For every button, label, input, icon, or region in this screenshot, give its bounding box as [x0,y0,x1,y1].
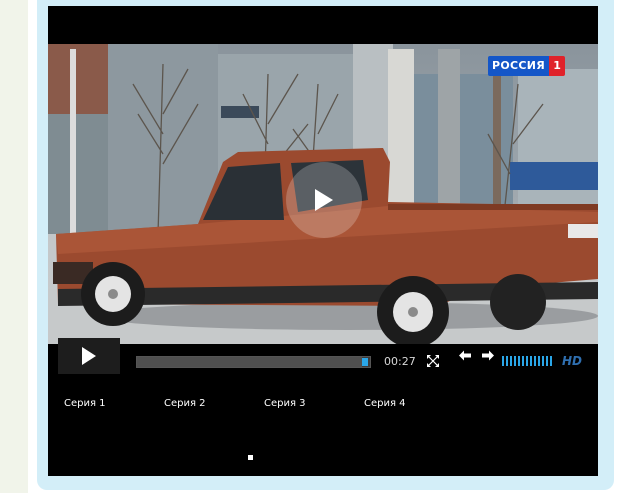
volume-bar [542,356,544,366]
current-time: 00:27 [384,355,416,368]
play-button[interactable] [58,338,120,374]
progress-handle[interactable] [362,358,368,366]
volume-bar [546,356,548,366]
control-bar: 00:27 HD [48,338,598,376]
arrow-left-icon[interactable] [459,350,471,361]
episode-link-2[interactable]: Серия 2 [164,398,206,409]
play-icon [82,347,96,365]
progress-fill [137,357,362,367]
volume-bar [534,356,536,366]
video-area[interactable]: РОССИЯ 1 [48,44,598,344]
arrow-right-icon[interactable] [482,350,494,361]
volume-bar [510,356,512,366]
volume-bar [506,356,508,366]
hd-toggle[interactable]: HD [562,354,582,368]
episode-link-4[interactable]: Серия 4 [364,398,406,409]
volume-bar [530,356,532,366]
channel-logo-number: 1 [549,56,566,76]
fullscreen-icon[interactable] [427,355,439,367]
progress-bar[interactable] [136,356,371,368]
volume-bar [550,356,552,366]
volume-bar [538,356,540,366]
volume-icon[interactable] [502,356,552,366]
episode-link-3[interactable]: Серия 3 [264,398,306,409]
page-left-strip [0,0,28,493]
volume-bar [522,356,524,366]
volume-bar [526,356,528,366]
channel-logo-text: РОССИЯ [488,56,550,76]
video-player: РОССИЯ 1 00:27 HD Серия 1 Серия 2 Серия … [48,6,598,476]
play-icon [315,189,333,211]
big-play-button[interactable] [286,162,362,238]
channel-logo: РОССИЯ 1 [488,56,566,76]
volume-bar [502,356,504,366]
pagination-dot[interactable] [248,455,253,460]
episode-list: Серия 1 Серия 2 Серия 3 Серия 4 [48,398,598,414]
episode-link-1[interactable]: Серия 1 [64,398,106,409]
volume-bar [514,356,516,366]
volume-bar [518,356,520,366]
